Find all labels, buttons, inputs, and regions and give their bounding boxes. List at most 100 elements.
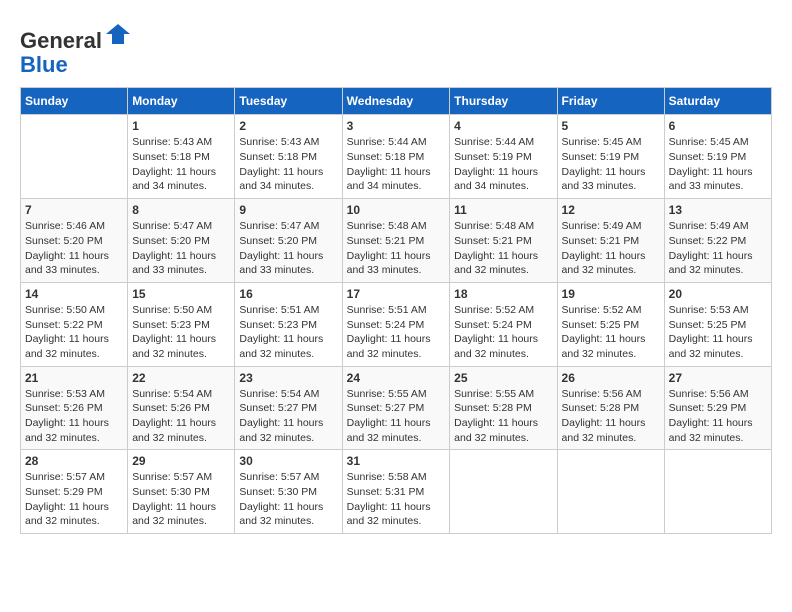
calendar-cell: 2Sunrise: 5:43 AM Sunset: 5:18 PM Daylig… [235,115,342,199]
calendar-cell: 22 Sunrise: 5:54 AM Sunset: 5:26 PM Dayli… [128,366,235,450]
day-number: 26 [562,371,660,385]
calendar-cell [450,450,557,534]
calendar-cell: 21Sunrise: 5:53 AM Sunset: 5:26 PM Dayli… [21,366,128,450]
calendar-cell: 11 Sunrise: 5:48 AM Sunset: 5:21 PM Dayli… [450,199,557,283]
calendar-cell: 19 Sunrise: 5:52 AM Sunset: 5:25 PM Dayli… [557,282,664,366]
cell-info: Sunrise: 5:53 AM Sunset: 5:25 PM Dayligh… [669,303,767,362]
day-number: 24 [347,371,446,385]
cell-info: Sunrise: 5:57 AM Sunset: 5:29 PM Dayligh… [25,470,123,529]
day-number: 13 [669,203,767,217]
day-header-sunday: Sunday [21,88,128,115]
calendar-cell: 16 Sunrise: 5:51 AM Sunset: 5:23 PM Dayli… [235,282,342,366]
day-number: 16 [239,287,337,301]
calendar-header: SundayMondayTuesdayWednesdayThursdayFrid… [21,88,772,115]
cell-info: Sunrise: 5:58 AM Sunset: 5:31 PM Dayligh… [347,470,446,529]
page-header: General Blue [20,20,772,77]
cell-info: Sunrise: 5:52 AM Sunset: 5:24 PM Dayligh… [454,303,552,362]
calendar-cell [664,450,771,534]
day-header-wednesday: Wednesday [342,88,450,115]
cell-info: Sunrise: 5:54 AM Sunset: 5:26 PM Dayligh… [132,387,230,446]
cell-info: Sunrise: 5:56 AM Sunset: 5:28 PM Dayligh… [562,387,660,446]
cell-info: Sunrise: 5:50 AM Sunset: 5:23 PM Dayligh… [132,303,230,362]
calendar-cell: 26 Sunrise: 5:56 AM Sunset: 5:28 PM Dayli… [557,366,664,450]
calendar-cell [557,450,664,534]
cell-info: Sunrise: 5:44 AM Sunset: 5:18 PM Dayligh… [347,135,446,194]
day-number: 25 [454,371,552,385]
calendar-week-2: 7 Sunrise: 5:46 AM Sunset: 5:20 PM Daylig… [21,199,772,283]
day-number: 7 [25,203,123,217]
day-number: 18 [454,287,552,301]
calendar-cell: 12 Sunrise: 5:49 AM Sunset: 5:21 PM Dayli… [557,199,664,283]
cell-info: Sunrise: 5:47 AM Sunset: 5:20 PM Dayligh… [132,219,230,278]
cell-info: Sunrise: 5:43 AM Sunset: 5:18 PM Dayligh… [132,135,230,194]
day-number: 11 [454,203,552,217]
calendar-cell: 31 Sunrise: 5:58 AM Sunset: 5:31 PM Dayli… [342,450,450,534]
logo: General Blue [20,20,132,77]
calendar-cell: 10 Sunrise: 5:48 AM Sunset: 5:21 PM Dayli… [342,199,450,283]
calendar-week-3: 14 Sunrise: 5:50 AM Sunset: 5:22 PM Dayli… [21,282,772,366]
day-number: 8 [132,203,230,217]
cell-info: Sunrise: 5:53 AM Sunset: 5:26 PM Dayligh… [25,387,123,446]
day-number: 19 [562,287,660,301]
calendar-cell: 15 Sunrise: 5:50 AM Sunset: 5:23 PM Dayli… [128,282,235,366]
day-number: 12 [562,203,660,217]
day-header-saturday: Saturday [664,88,771,115]
day-number: 4 [454,119,552,133]
calendar-cell: 25Sunrise: 5:55 AM Sunset: 5:28 PM Dayli… [450,366,557,450]
logo-general-text: General [20,28,102,53]
calendar-table: SundayMondayTuesdayWednesdayThursdayFrid… [20,87,772,534]
cell-info: Sunrise: 5:49 AM Sunset: 5:21 PM Dayligh… [562,219,660,278]
cell-info: Sunrise: 5:49 AM Sunset: 5:22 PM Dayligh… [669,219,767,278]
logo-icon [104,20,132,48]
day-header-monday: Monday [128,88,235,115]
calendar-cell: 13 Sunrise: 5:49 AM Sunset: 5:22 PM Dayli… [664,199,771,283]
calendar-cell: 14 Sunrise: 5:50 AM Sunset: 5:22 PM Dayli… [21,282,128,366]
logo-blue-text: Blue [20,52,68,77]
day-number: 23 [239,371,337,385]
calendar-week-4: 21Sunrise: 5:53 AM Sunset: 5:26 PM Dayli… [21,366,772,450]
day-header-friday: Friday [557,88,664,115]
calendar-week-1: 1 Sunrise: 5:43 AM Sunset: 5:18 PM Daylig… [21,115,772,199]
cell-info: Sunrise: 5:46 AM Sunset: 5:20 PM Dayligh… [25,219,123,278]
calendar-cell: 28 Sunrise: 5:57 AM Sunset: 5:29 PM Dayli… [21,450,128,534]
cell-info: Sunrise: 5:56 AM Sunset: 5:29 PM Dayligh… [669,387,767,446]
calendar-cell: 29Sunrise: 5:57 AM Sunset: 5:30 PM Dayli… [128,450,235,534]
calendar-cell: 1 Sunrise: 5:43 AM Sunset: 5:18 PM Daylig… [128,115,235,199]
cell-info: Sunrise: 5:45 AM Sunset: 5:19 PM Dayligh… [562,135,660,194]
calendar-cell: 20 Sunrise: 5:53 AM Sunset: 5:25 PM Dayli… [664,282,771,366]
day-number: 10 [347,203,446,217]
calendar-cell: 24Sunrise: 5:55 AM Sunset: 5:27 PM Dayli… [342,366,450,450]
calendar-cell: 8 Sunrise: 5:47 AM Sunset: 5:20 PM Daylig… [128,199,235,283]
day-number: 1 [132,119,230,133]
day-number: 22 [132,371,230,385]
day-header-tuesday: Tuesday [235,88,342,115]
day-number: 27 [669,371,767,385]
day-number: 28 [25,454,123,468]
cell-info: Sunrise: 5:51 AM Sunset: 5:24 PM Dayligh… [347,303,446,362]
day-number: 29 [132,454,230,468]
cell-info: Sunrise: 5:50 AM Sunset: 5:22 PM Dayligh… [25,303,123,362]
cell-info: Sunrise: 5:54 AM Sunset: 5:27 PM Dayligh… [239,387,337,446]
cell-info: Sunrise: 5:47 AM Sunset: 5:20 PM Dayligh… [239,219,337,278]
cell-info: Sunrise: 5:43 AM Sunset: 5:18 PM Dayligh… [239,135,337,194]
calendar-cell: 30Sunrise: 5:57 AM Sunset: 5:30 PM Dayli… [235,450,342,534]
cell-info: Sunrise: 5:57 AM Sunset: 5:30 PM Dayligh… [239,470,337,529]
day-number: 31 [347,454,446,468]
calendar-cell: 27 Sunrise: 5:56 AM Sunset: 5:29 PM Dayli… [664,366,771,450]
day-number: 20 [669,287,767,301]
calendar-week-5: 28 Sunrise: 5:57 AM Sunset: 5:29 PM Dayli… [21,450,772,534]
cell-info: Sunrise: 5:48 AM Sunset: 5:21 PM Dayligh… [347,219,446,278]
calendar-cell: 6Sunrise: 5:45 AM Sunset: 5:19 PM Daylig… [664,115,771,199]
day-number: 14 [25,287,123,301]
day-number: 17 [347,287,446,301]
cell-info: Sunrise: 5:52 AM Sunset: 5:25 PM Dayligh… [562,303,660,362]
calendar-cell: 5 Sunrise: 5:45 AM Sunset: 5:19 PM Daylig… [557,115,664,199]
day-number: 15 [132,287,230,301]
day-header-thursday: Thursday [450,88,557,115]
day-number: 3 [347,119,446,133]
cell-info: Sunrise: 5:51 AM Sunset: 5:23 PM Dayligh… [239,303,337,362]
calendar-cell: 18 Sunrise: 5:52 AM Sunset: 5:24 PM Dayli… [450,282,557,366]
cell-info: Sunrise: 5:48 AM Sunset: 5:21 PM Dayligh… [454,219,552,278]
day-number: 5 [562,119,660,133]
calendar-cell: 9Sunrise: 5:47 AM Sunset: 5:20 PM Daylig… [235,199,342,283]
